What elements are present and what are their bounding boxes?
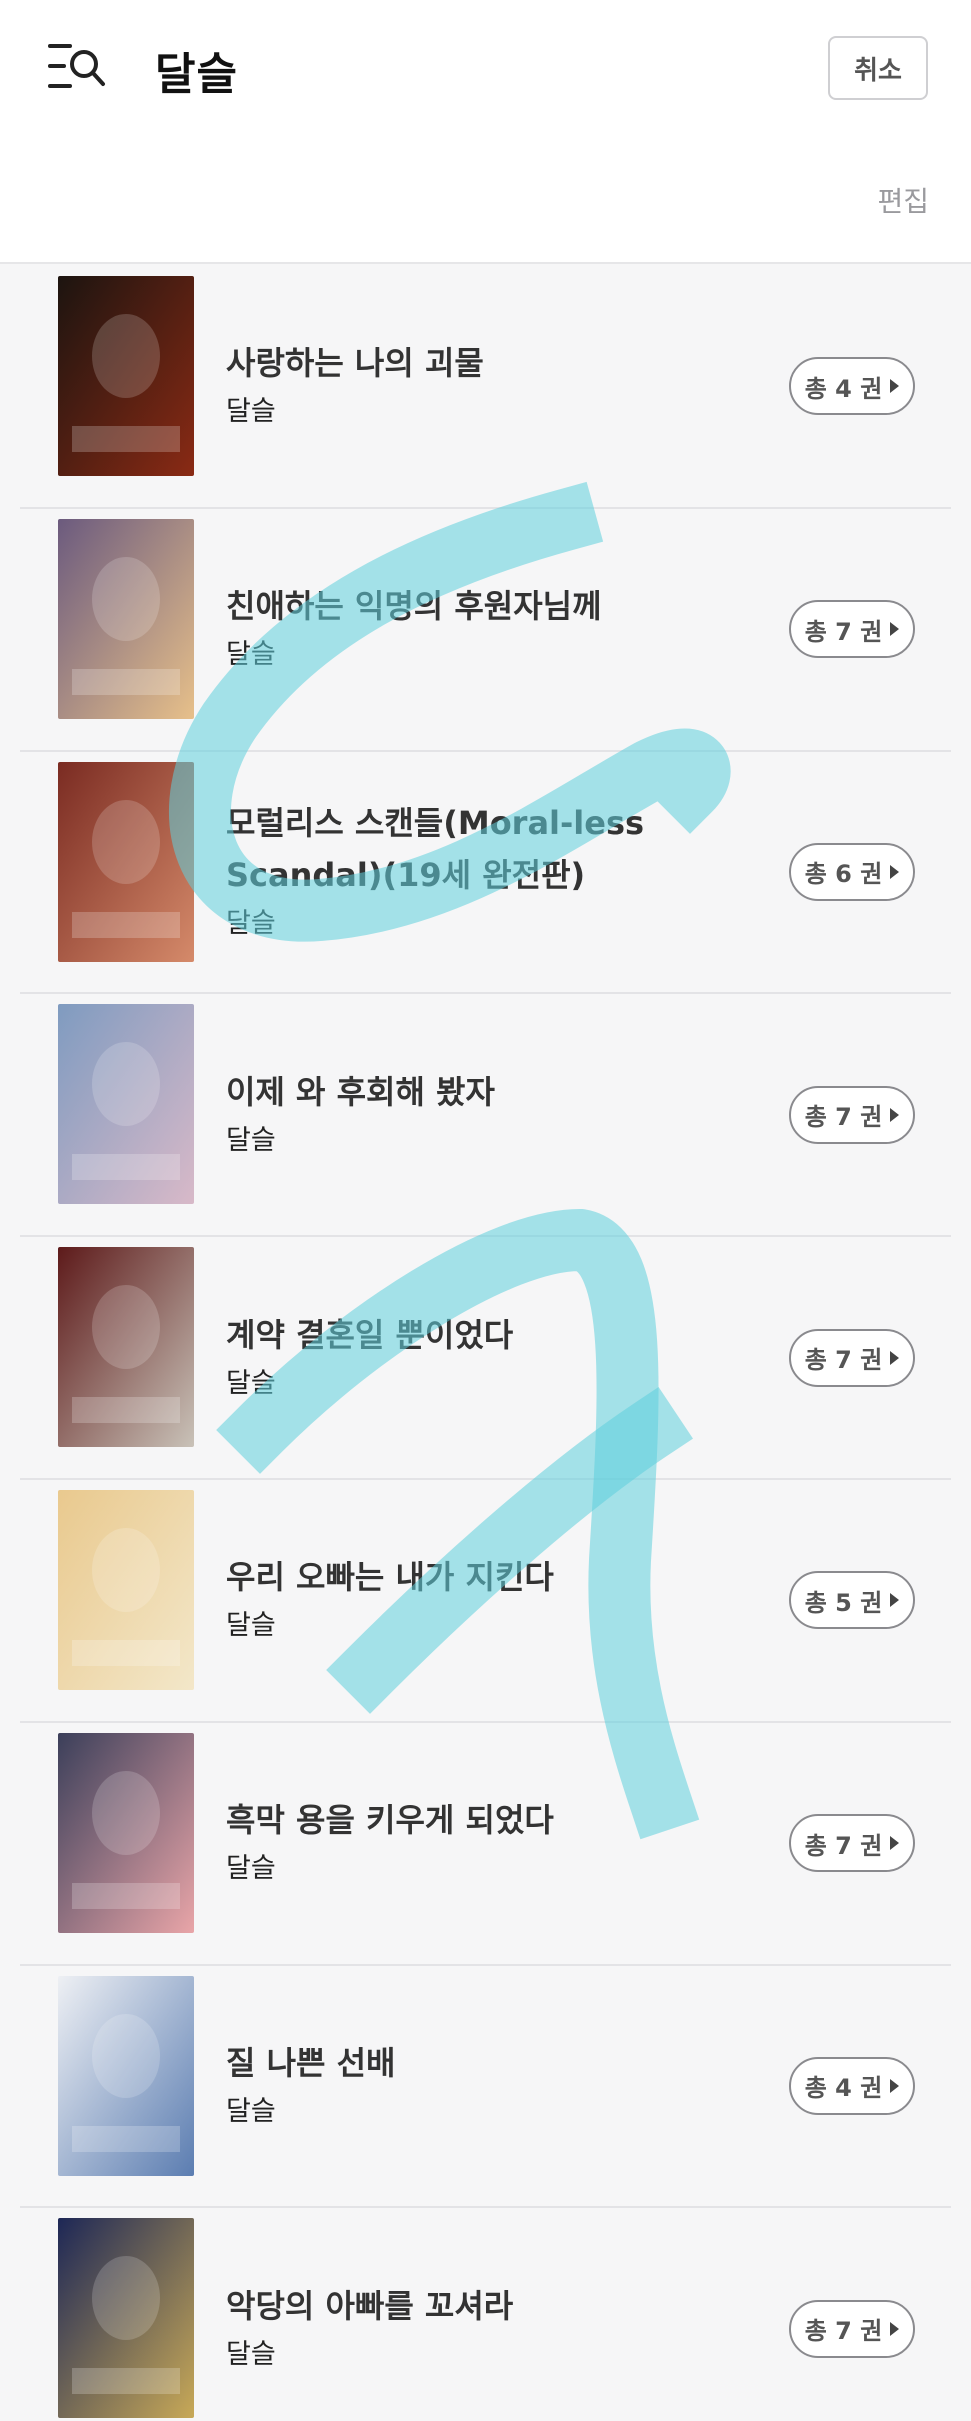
book-title: 모럴리스 스캔들(Moral-less Scandal)(19세 완전판)	[226, 803, 645, 894]
volume-count-label: 총 7 권	[804, 1103, 883, 1132]
book-author: 달슬	[226, 907, 276, 939]
book-author: 달슬	[226, 1124, 276, 1156]
book-cover[interactable]	[58, 276, 194, 476]
book-author: 달슬	[226, 2095, 276, 2127]
menu-search-icon[interactable]	[48, 40, 108, 92]
volume-count-label: 총 7 권	[804, 1346, 883, 1375]
book-row[interactable]: 이제 와 후회해 봤자달슬 총 7 권	[20, 994, 951, 1238]
caret-right-icon	[890, 1593, 900, 1608]
book-title: 친애하는 익명의 후원자님께	[226, 587, 602, 626]
book-cover[interactable]	[58, 761, 194, 962]
volume-count-label: 총 7 권	[804, 1831, 883, 1860]
book-row[interactable]: 모럴리스 스캔들(Moral-less Scandal)(19세 완전판) 달슬 총…	[20, 752, 951, 995]
book-title: 흑막 용을 키우게 되었다	[226, 1801, 554, 1840]
volume-count-button[interactable]: 총 4 권	[789, 2056, 915, 2115]
caret-right-icon	[890, 379, 900, 394]
volume-count-button[interactable]: 총 7 권	[789, 600, 915, 659]
caret-right-icon	[890, 864, 900, 879]
volume-count-button[interactable]: 총 7 권	[789, 1085, 915, 1144]
search-query-title: 달슬	[155, 49, 238, 100]
book-cover[interactable]	[58, 1004, 194, 1205]
book-title: 우리 오빠는 내가 지킨다	[226, 1558, 554, 1597]
volume-count-label: 총 7 권	[804, 2317, 883, 2346]
volume-count-button[interactable]: 총 6 권	[789, 842, 915, 901]
volume-count-button[interactable]: 총 7 권	[789, 1814, 915, 1873]
book-author: 달슬	[226, 2338, 276, 2370]
book-row[interactable]: 악당의 아빠를 꼬셔라달슬 총 7 권	[20, 2208, 951, 2421]
book-row[interactable]: 계약 결혼일 뿐이었다달슬 총 7 권	[20, 1237, 951, 1480]
book-title: 질 나쁜 선배	[226, 2043, 396, 2082]
caret-right-icon	[890, 2321, 900, 2336]
book-cover[interactable]	[58, 1732, 194, 1933]
book-author: 달슬	[226, 1367, 276, 1399]
book-row[interactable]: 우리 오빠는 내가 지킨다달슬 총 5 권	[20, 1480, 951, 1723]
book-title: 이제 와 후회해 봤자	[226, 1072, 495, 1111]
book-author: 달슬	[226, 1853, 276, 1885]
top-header: 달슬 취소 편집	[0, 0, 971, 264]
book-cover[interactable]	[58, 1489, 194, 1690]
book-row[interactable]: 흑막 용을 키우게 되었다달슬 총 7 권	[20, 1723, 951, 1966]
caret-right-icon	[890, 1107, 900, 1122]
volume-count-label: 총 4 권	[804, 374, 883, 403]
book-row[interactable]: 사랑하는 나의 괴물달슬 총 4 권	[20, 266, 951, 509]
volume-count-button[interactable]: 총 4 권	[789, 357, 915, 416]
volume-count-button[interactable]: 총 7 권	[789, 1328, 915, 1387]
volume-count-label: 총 7 권	[804, 617, 883, 646]
volume-count-label: 총 6 권	[804, 860, 883, 889]
cancel-button[interactable]: 취소	[828, 36, 928, 100]
book-title: 계약 결혼일 뿐이었다	[226, 1315, 514, 1354]
book-title: 사랑하는 나의 괴물	[226, 344, 484, 383]
book-author: 달슬	[226, 1610, 276, 1642]
book-list: 사랑하는 나의 괴물 달슬 총 4 권 친애하는 익명의 후원자님께 달슬 총 7 권 모럴…	[0, 266, 971, 2421]
caret-right-icon	[890, 2078, 900, 2093]
volume-count-button[interactable]: 총 5 권	[789, 1571, 915, 1630]
book-cover[interactable]	[58, 1247, 194, 1448]
book-title: 악당의 아빠를 꼬셔라	[226, 2286, 514, 2325]
book-cover[interactable]	[58, 1975, 194, 2176]
edit-button[interactable]: 편집	[877, 180, 929, 220]
volume-count-label: 총 4 권	[804, 2074, 883, 2103]
volume-count-label: 총 5 권	[804, 1588, 883, 1617]
book-cover[interactable]	[58, 2218, 194, 2419]
caret-right-icon	[890, 622, 900, 637]
book-row[interactable]: 친애하는 익명의 후원자님께달슬 총 7 권	[20, 509, 951, 752]
book-cover[interactable]	[58, 518, 194, 719]
book-author: 달슬	[226, 396, 276, 428]
caret-right-icon	[890, 1836, 900, 1851]
book-row[interactable]: 질 나쁜 선배달슬 총 4 권	[20, 1966, 951, 2209]
book-author: 달슬	[226, 639, 276, 671]
volume-count-button[interactable]: 총 7 권	[789, 2299, 915, 2358]
caret-right-icon	[890, 1350, 900, 1365]
